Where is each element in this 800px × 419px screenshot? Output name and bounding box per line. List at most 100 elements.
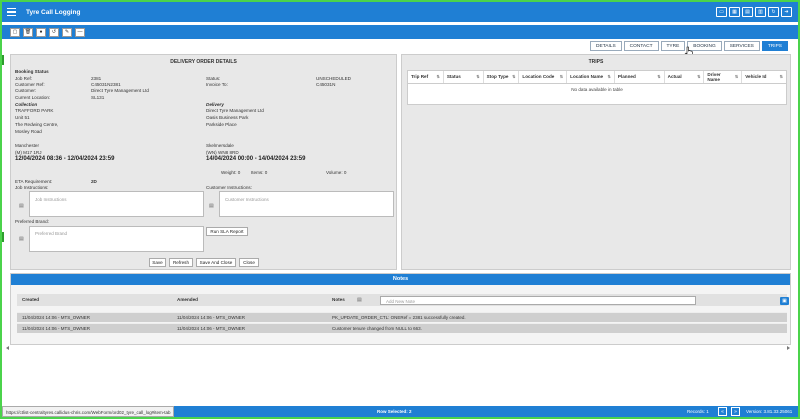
window-icon[interactable]: ▭ [716,7,727,17]
customer-label: Customer: [15,88,37,93]
save-note-icon[interactable]: ▣ [780,297,789,305]
close-button[interactable]: Close [239,258,259,267]
trips-empty-message: No data available in table [571,87,623,92]
preferred-brand-edit-icon[interactable]: ▤ [19,236,24,242]
preferred-brand-input[interactable]: Preferred Brand [29,226,204,252]
delivery-postcode: (WN) WN8 8RD [206,150,239,155]
grid-icon[interactable]: ▦ [729,7,740,17]
collection-line: Unit 51 [15,115,30,120]
delivery-city: Skelmersdale [206,143,234,148]
add-note-input[interactable]: Add New Note [380,296,696,305]
tab-details[interactable]: DETAILS [590,41,622,51]
notes-column-header[interactable]: Notes [332,297,345,302]
tab-contact[interactable]: CONTACT [623,41,659,51]
sort-icon: ⇅ [559,73,564,79]
job-instructions-edit-icon[interactable]: ▤ [19,203,24,209]
info-icon[interactable]: ● [36,27,46,37]
horizontal-scrollbar[interactable] [6,346,790,350]
minus-icon[interactable]: — [75,27,85,37]
window-controls: ▭ ▦ ▤ ▥ ↻ ➜ [716,7,792,17]
status-value: UNSCHEDULED [316,76,351,81]
run-sla-report-button[interactable]: Run SLA Report [206,227,248,236]
eta-value: 2D [91,179,97,184]
document-icon[interactable]: ▤ [742,7,753,17]
status-url: https://ctlist-centraltyres.callidus-chr… [2,406,175,417]
column-header[interactable]: Driver Name ⇅ [704,71,743,83]
delivery-line: Oasis Business Park [206,115,249,120]
collection-line: The Redwing Centre, [15,122,59,127]
column-header[interactable]: Stop Type ⇅ [484,71,520,83]
logout-icon[interactable]: ➜ [781,7,792,17]
table-row[interactable]: 11/04/2024 14:06 - MTS_OWNER 11/04/2024 … [17,323,787,333]
first-page-icon[interactable]: « [718,407,727,416]
trips-panel-title: TRIPS [588,59,604,65]
customer-instructions-edit-icon[interactable]: ▤ [209,203,214,209]
delivery-line: Parkside Place [206,122,237,127]
sort-icon: ⇅ [436,73,440,79]
pen-icon[interactable]: ✎ [62,27,72,37]
records-count: Records: 1 [687,408,709,414]
column-header[interactable]: Planned ⇅ [615,71,665,83]
undo-icon[interactable]: ↺ [49,27,59,37]
invoice-to-label: Invoice To: [206,82,228,87]
table-row[interactable]: 11/04/2024 14:06 - MTS_OWNER 11/04/2024 … [17,312,787,322]
customer-value: Direct Tyre Management Ltd [91,88,149,93]
file-icon[interactable]: ▥ [755,7,766,17]
volume-value: Volume: 0 [326,170,347,175]
delivery-panel-title: DELIVERY ORDER DETAILS [170,59,237,65]
column-header[interactable]: Actual ⇅ [665,71,705,83]
sort-icon: ⇅ [697,73,701,79]
refresh-button[interactable]: Refresh [169,258,193,267]
menu-icon[interactable] [7,7,16,17]
delivery-time: 14/04/2024 00:00 - 14/04/2024 23:59 [206,156,306,162]
trips-table-header: Trip Ref ⇅ Status ⇅ Stop Type ⇅ Location Co… [408,71,786,84]
tab-trips[interactable]: TRIPS [761,41,788,51]
notes-panel: Notes Created Amended Notes ▤ Add New No… [10,273,791,345]
delivery-heading: Delivery [206,102,224,107]
weight-value: Weight: 0 [221,170,241,175]
tab-services[interactable]: SERVICES [723,41,760,51]
save-button[interactable]: Save [149,258,166,267]
new-icon[interactable]: ▢ [10,27,20,37]
collection-city: Manchester [15,143,40,148]
version-text: Version: 3.81.33.25061 [746,408,793,414]
row-created: 11/04/2024 14:06 - MTS_OWNER [22,326,90,331]
app-header: Tyre Call Logging ▭ ▦ ▤ ▥ ↻ ➜ [2,2,798,22]
sort-icon: ⇅ [734,73,739,79]
sort-icon: ⇅ [607,73,611,79]
column-header[interactable]: Status ⇅ [444,71,484,83]
collection-line: Mosley Road [15,129,42,134]
note-edit-icon[interactable]: ▤ [357,297,362,303]
customer-instructions-input[interactable]: Customer Instructions [219,191,394,217]
row-note: Customer tenure changed from NULL to 663… [332,326,422,331]
column-header[interactable]: Location Code ⇅ [519,71,568,83]
customer-instructions-label: Customer Instructions: [206,185,252,190]
refresh-icon[interactable]: ↻ [768,7,779,17]
left-edge-marker [0,55,4,65]
column-header[interactable]: Vehicle Id ⇅ [742,71,786,83]
save-and-close-button[interactable]: Save And Close [196,258,236,267]
eta-label: ETA Requirement: [15,179,53,184]
job-instructions-input[interactable]: Job Instructions [29,191,204,217]
collection-line: TRAFFORD PARK [15,108,54,113]
column-header[interactable]: Trip Ref ⇅ [408,71,444,83]
collection-time: 12/04/2024 08:36 - 12/04/2024 23:59 [15,156,115,162]
row-note: PK_UPDATE_ORDER_CTL: ONERef = 2381 succe… [332,315,466,320]
current-location-value: SL131 [91,95,105,100]
status-label: Status: [206,76,221,81]
sort-icon: ⇅ [512,73,516,79]
last-page-icon[interactable]: » [731,407,740,416]
column-header[interactable]: Location Name ⇅ [567,71,615,83]
customer-ref-label: Customer Ref: [15,82,45,87]
tab-tyre[interactable]: TYRE [660,41,686,51]
delete-icon[interactable]: 🗑 [23,27,33,37]
job-ref-label: Job Ref: [15,76,33,81]
invoice-to-value: C45031N [316,82,336,87]
collection-postcode: (M) M17 1RJ [15,150,42,155]
created-column-header[interactable]: Created [22,297,39,302]
amended-column-header[interactable]: Amended [177,297,198,302]
booking-status-heading: Booking Status [15,69,49,74]
trips-panel: TRIPS Trip Ref ⇅ Status ⇅ Stop Type ⇅ Locat… [401,54,791,270]
status-bar: https://ctlist-centraltyres.callidus-chr… [2,406,798,417]
row-created: 11/04/2024 14:06 - MTS_OWNER [22,315,90,320]
